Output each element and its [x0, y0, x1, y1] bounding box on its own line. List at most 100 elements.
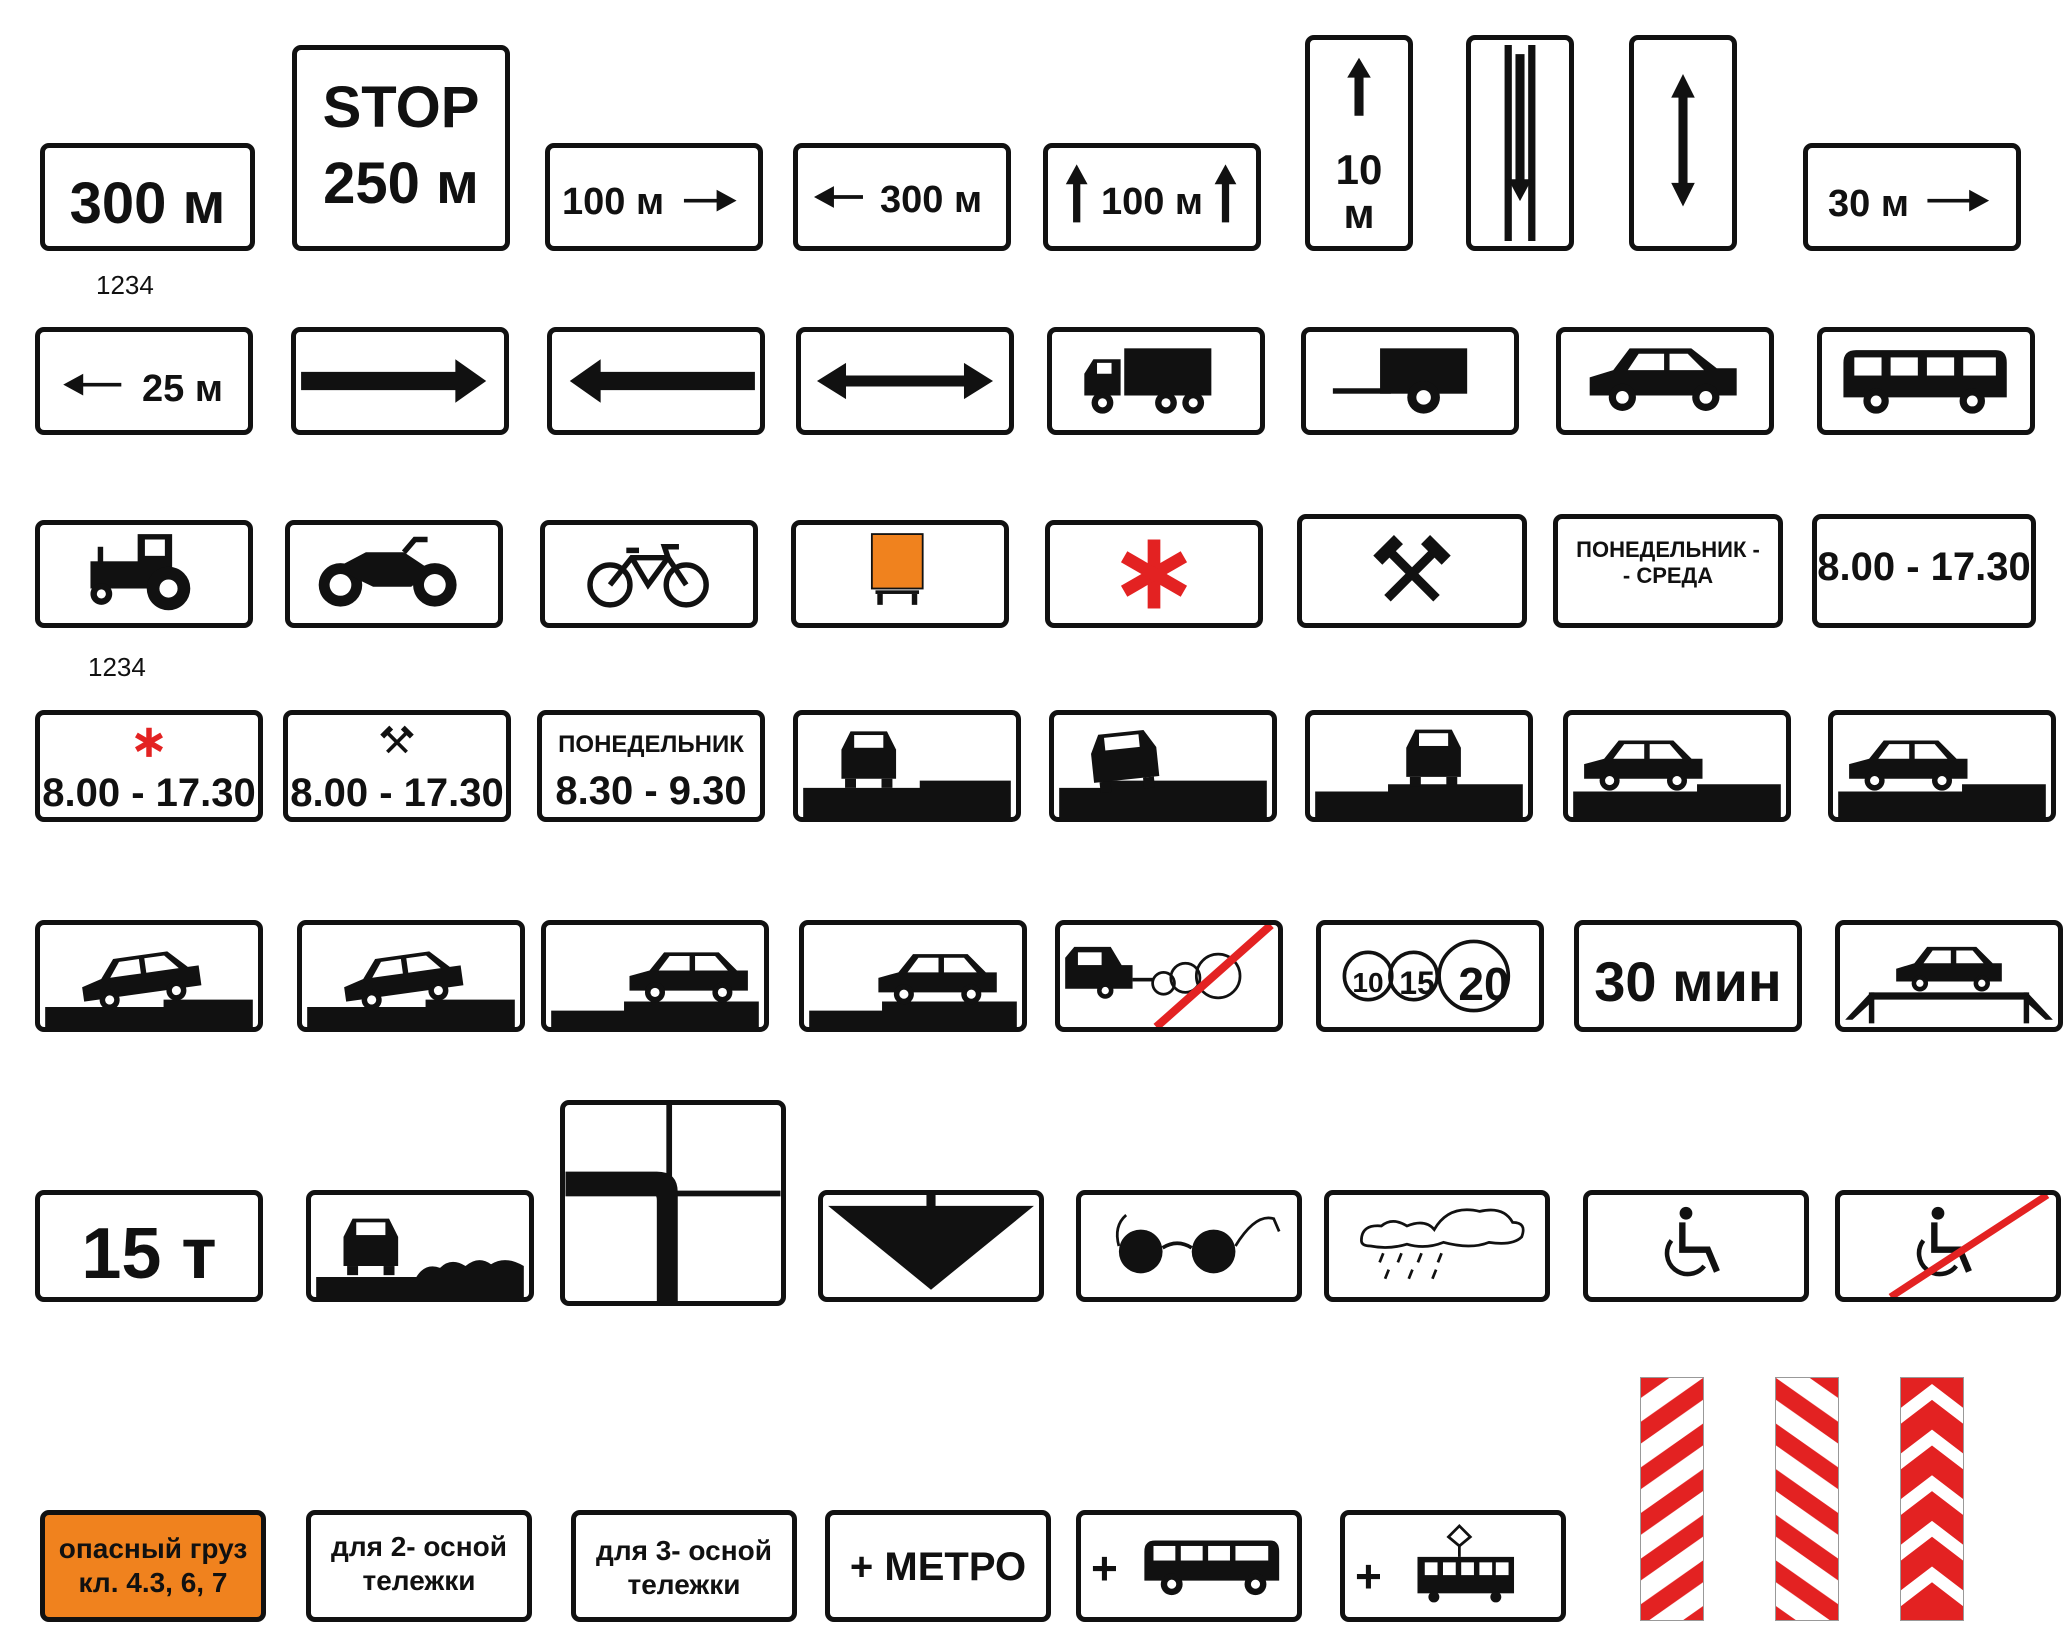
- sign-text: 10: [1335, 146, 1383, 193]
- sign-text: 8.00 - 17.30: [42, 771, 256, 815]
- wheelchair-icon: [1888, 1195, 2050, 1297]
- sign-bus: [1817, 327, 2035, 435]
- car-front-icon: [803, 731, 1011, 817]
- road-direction-icon: [565, 1105, 781, 1301]
- sign-distance-25m-left: 25 м: [35, 327, 253, 435]
- truck-icon: [1084, 348, 1212, 414]
- sign-stop-250m: STOP 250 м: [292, 45, 510, 251]
- delineator-post-chevron: [1900, 1377, 1964, 1621]
- sign-wet-weather: [1324, 1190, 1550, 1302]
- sign-text: опасный груз: [58, 1533, 248, 1564]
- sign-main-road-direction: [560, 1100, 786, 1306]
- double-arrow-icon: [1671, 74, 1695, 207]
- sign-time-hammers: 8.00 - 17.30: [283, 710, 511, 822]
- truck-rear-icon: [870, 533, 924, 605]
- sign-text: 8.00 - 17.30: [1817, 545, 2031, 589]
- sign-motorcycle: [285, 520, 503, 628]
- sign-text: для 2- осной: [331, 1531, 507, 1562]
- sign-parking-car-front-sidewalk: [793, 710, 1021, 822]
- tow-truck-icon: [1065, 925, 1274, 1027]
- sign-text: для 3- осной: [596, 1535, 772, 1566]
- sign-text: 300 м: [880, 179, 983, 221]
- sign-weight-15t: 15 т: [35, 1190, 263, 1302]
- sign-duration-30min: 30 мин: [1574, 920, 1802, 1032]
- sign-tractor: [35, 520, 253, 628]
- arrow-down-icon: [828, 1195, 1034, 1290]
- sign-end-tow-zone: [1055, 920, 1283, 1032]
- sign-except-disabled: [1835, 1190, 2061, 1302]
- sign-parking-car-front-on-sidewalk: [1305, 710, 1533, 822]
- rain-cloud-icon: [1360, 1208, 1525, 1280]
- sign-number-label: 1234: [88, 652, 146, 682]
- sign-text: 8.30 - 9.30: [555, 769, 747, 813]
- sign-text: ПОНЕДЕЛЬНИК: [558, 731, 744, 758]
- sign-text: STOP: [322, 75, 480, 140]
- delineator-post-right: [1640, 1377, 1704, 1621]
- sign-text: + МЕТРО: [849, 1545, 1027, 1589]
- sign-distance-300m: 300 м: [40, 143, 255, 251]
- arrow-right-icon: [301, 359, 487, 403]
- sign-distance-100m-up: 100 м: [1043, 143, 1261, 251]
- car-icon: [45, 951, 253, 1027]
- sign-distance-100m-right: 100 м: [545, 143, 763, 251]
- sign-car: [1556, 327, 1774, 435]
- car-icon: [809, 954, 1017, 1027]
- car-front-icon: [1059, 730, 1267, 817]
- sign-zone-right: [291, 327, 509, 435]
- sign-deaf-blind-pedestrians: [1076, 1190, 1302, 1302]
- sign-distance-30m-right: 30 м: [1803, 143, 2021, 251]
- tram-icon: [1417, 1523, 1515, 1603]
- sign-inspection-ramp: [1835, 920, 2063, 1032]
- sign-text: 8.00 - 17.30: [290, 771, 504, 815]
- sign-text: тележки: [627, 1569, 741, 1600]
- sign-monday-time: ПОНЕДЕЛЬНИК 8.30 - 9.30: [537, 710, 765, 822]
- car-icon: [1589, 348, 1737, 411]
- car-icon: [551, 952, 759, 1027]
- sign-parking-car-half-sidewalk: [35, 920, 263, 1032]
- sign-dangerous-goods-class: опасный груз кл. 4.3, 6, 7: [40, 1510, 266, 1622]
- car-icon: [307, 951, 515, 1027]
- tractor-icon: [90, 534, 191, 611]
- car-icon: [1573, 740, 1781, 817]
- asterisk-icon: [1120, 539, 1188, 609]
- sign-days-monday-wednesday: ПОНЕДЕЛЬНИК - - СРЕДА: [1553, 514, 1783, 628]
- sign-text: тележки: [362, 1565, 476, 1596]
- striped-post-icon: [1776, 1378, 1838, 1620]
- sign-zone-left: [547, 327, 765, 435]
- delineator-post-left: [1775, 1377, 1839, 1621]
- sign-text: 300 м: [69, 171, 226, 236]
- sign-parking-car-on-sidewalk-full: [541, 920, 769, 1032]
- sign-text: м: [1343, 190, 1375, 237]
- arrow-right-icon: [683, 189, 737, 212]
- sign-text: ПОНЕДЕЛЬНИК -: [1576, 537, 1760, 562]
- car-icon: [1838, 740, 2046, 817]
- sign-bicycle: [540, 520, 758, 628]
- sign-truck: [1047, 327, 1265, 435]
- sign-plus-metro: + МЕТРО: [825, 1510, 1051, 1622]
- car-front-icon: [316, 1218, 524, 1297]
- sign-trailer: [1301, 327, 1519, 435]
- sign-text: 30 мин: [1594, 950, 1782, 1013]
- sign-text: 100 м: [1100, 181, 1204, 223]
- sign-plus-bus: +: [1076, 1510, 1302, 1622]
- sign-parking-car-on-curb: [297, 920, 525, 1032]
- car-front-icon: [1315, 729, 1523, 817]
- sign-down-direction: [818, 1190, 1044, 1302]
- sign-vertical-10m: 10 м: [1305, 35, 1413, 251]
- sign-hammers: [1297, 514, 1527, 628]
- sign-vertical-arrow-both: [1629, 35, 1737, 251]
- speed-label: 15: [1399, 965, 1435, 1001]
- hammers-icon: [1373, 535, 1451, 602]
- sign-speed-ranges: 10 15 20: [1316, 920, 1544, 1032]
- sign-vertical-arrow-down: [1466, 35, 1574, 251]
- sign-text: 15 т: [81, 1214, 217, 1294]
- chevron-post-icon: [1901, 1378, 1963, 1620]
- car-on-ramp-icon: [1845, 946, 2053, 1024]
- sign-parking-car-front-tilted: [1049, 710, 1277, 822]
- sign-text: 250 м: [323, 151, 479, 216]
- sign-plus-tram: +: [1340, 1510, 1566, 1622]
- double-arrow-icon: [816, 362, 994, 400]
- sign-parking-car-front-snow: [306, 1190, 534, 1302]
- sign-parking-car-on-sidewalk-edge: [799, 920, 1027, 1032]
- arrow-right-icon: [1927, 189, 1990, 212]
